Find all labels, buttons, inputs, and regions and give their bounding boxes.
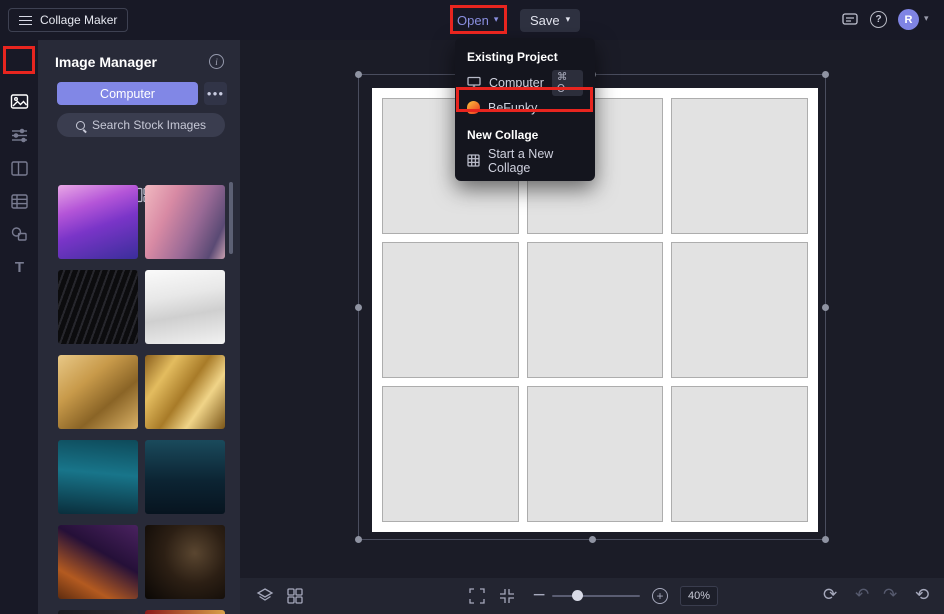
avatar-initial: R <box>904 13 913 26</box>
menu-item-start-label: Start a New Collage <box>488 146 554 175</box>
redo-icon[interactable]: ↷ <box>883 583 897 607</box>
search-input[interactable]: Search Stock Images <box>57 113 225 137</box>
rail-layouts-icon[interactable] <box>10 159 29 178</box>
fullscreen-icon[interactable] <box>468 587 486 605</box>
collage-maker-app: Collage Maker Open ▾ Save ▾ ? R ▾ T Imag… <box>0 0 944 614</box>
search-placeholder: Search Stock Images <box>91 118 207 132</box>
save-button[interactable]: Save ▾ <box>520 9 581 32</box>
thumbnail-neon-frame-poster[interactable] <box>58 185 138 259</box>
collage-cell[interactable] <box>526 242 664 378</box>
computer-source-button[interactable]: Computer <box>57 82 198 105</box>
open-button[interactable]: Open ▾ <box>457 9 498 31</box>
panel-title: Image Manager <box>55 54 157 70</box>
open-dropdown-menu: Existing Project Computer ⌘ O BeFunky Ne… <box>455 38 595 181</box>
thumbnail-red-gold[interactable] <box>145 610 225 614</box>
rail-patterns-icon[interactable] <box>10 192 29 211</box>
grid-toggle-icon[interactable] <box>286 587 304 605</box>
collage-cell[interactable] <box>382 386 519 522</box>
shortcut-badge: ⌘ O <box>551 69 583 96</box>
tool-rail: T <box>0 40 38 614</box>
computer-icon <box>467 76 481 89</box>
app-menu-badge[interactable]: Collage Maker <box>8 8 129 32</box>
collage-cell[interactable] <box>671 242 808 378</box>
thumbnail-dark-stripes[interactable] <box>58 270 138 344</box>
handle-middle-right[interactable] <box>822 304 829 311</box>
thumbnail-dark-texture[interactable] <box>58 610 138 614</box>
menu-item-befunky[interactable]: BeFunky <box>455 95 595 120</box>
thumbnail-pink-swirl[interactable] <box>145 185 225 259</box>
handle-top-left[interactable] <box>355 71 362 78</box>
handle-bottom-left[interactable] <box>355 536 362 543</box>
top-bar: Collage Maker Open ▾ Save ▾ ? R ▾ <box>0 0 944 40</box>
rail-image-manager-icon[interactable] <box>10 92 29 111</box>
avatar[interactable]: R <box>898 9 919 30</box>
befunky-logo-icon <box>467 101 480 114</box>
handle-top-right[interactable] <box>822 71 829 78</box>
layers-icon[interactable] <box>256 587 274 605</box>
zoom-in-button[interactable]: + <box>652 588 668 604</box>
account-chevron-icon[interactable]: ▾ <box>924 15 929 24</box>
chevron-down-icon: ▾ <box>565 15 571 25</box>
menu-item-computer[interactable]: Computer ⌘ O <box>455 69 595 96</box>
zoom-level-value[interactable]: 40% <box>680 586 718 606</box>
collage-cell[interactable] <box>671 98 808 234</box>
app-title: Collage Maker <box>40 13 118 27</box>
thumbnail-masquerade-mask[interactable] <box>145 525 225 599</box>
rail-text-icon[interactable]: T <box>10 258 29 277</box>
rail-graphics-icon[interactable] <box>10 225 29 244</box>
hamburger-icon <box>19 15 32 25</box>
save-button-label: Save <box>530 13 560 28</box>
handle-middle-left[interactable] <box>355 304 362 311</box>
computer-source-label: Computer <box>100 86 155 101</box>
rail-manage-icon[interactable] <box>10 126 29 145</box>
thumbnail-gold-sequins[interactable] <box>58 355 138 429</box>
history-icon[interactable]: ⟲ <box>915 583 929 607</box>
collage-cell[interactable] <box>382 242 519 378</box>
zoom-slider[interactable] <box>552 590 640 601</box>
fit-to-screen-icon[interactable] <box>498 587 516 605</box>
reset-icon[interactable]: ⟳ <box>823 583 837 607</box>
search-icon <box>75 120 85 130</box>
panel-scrollbar[interactable] <box>229 182 233 254</box>
menu-item-befunky-label: BeFunky <box>488 100 538 115</box>
open-button-label: Open <box>457 12 489 28</box>
collage-cell[interactable] <box>671 386 808 522</box>
help-icon[interactable]: ? <box>870 11 887 28</box>
handle-bottom-right[interactable] <box>822 536 829 543</box>
thumbnail-teal-city[interactable] <box>58 440 138 514</box>
menu-header-existing: Existing Project <box>467 50 558 64</box>
thumbnail-white-waves[interactable] <box>145 270 225 344</box>
undo-icon[interactable]: ↶ <box>855 583 869 607</box>
zoom-out-button[interactable]: − <box>532 583 546 607</box>
collage-canvas <box>372 88 818 532</box>
image-manager-panel: Image Manager i Computer ●●● Search Stoc… <box>38 40 240 614</box>
thumbnail-night-city[interactable] <box>145 440 225 514</box>
collage-grid-icon <box>467 154 480 167</box>
zoom-slider-knob[interactable] <box>572 590 583 601</box>
menu-item-start-new-collage[interactable]: Start a New Collage <box>455 146 595 175</box>
handle-bottom-center[interactable] <box>589 536 596 543</box>
thumbnail-gold-foil[interactable] <box>145 355 225 429</box>
menu-header-new: New Collage <box>467 128 539 142</box>
chevron-down-icon: ▾ <box>493 14 499 25</box>
feedback-icon[interactable] <box>841 11 859 34</box>
more-sources-button[interactable]: ●●● <box>204 82 227 105</box>
thumbnail-grid <box>58 185 225 614</box>
bottom-toolbar: − + 40% ⟳ ↶ ↷ ⟲ <box>240 578 944 614</box>
thumbnail-night-highway[interactable] <box>58 525 138 599</box>
collage-cell[interactable] <box>526 386 664 522</box>
info-icon[interactable]: i <box>209 54 224 69</box>
menu-item-computer-label: Computer <box>489 75 544 90</box>
